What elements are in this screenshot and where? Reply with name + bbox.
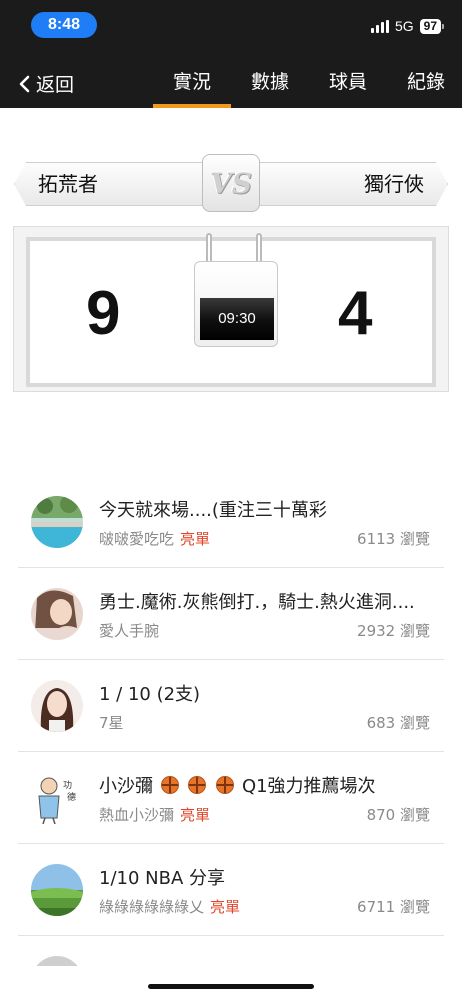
- post-views: 6711 瀏覽: [357, 898, 430, 916]
- battery-level: 97: [419, 18, 441, 34]
- list-item-partial[interactable]: [18, 936, 444, 966]
- post-views: 2932 瀏覽: [357, 622, 430, 640]
- list-item[interactable]: 1/10 NBA 分享 綠綠綠綠綠綠乂 亮單 6711 瀏覽: [18, 844, 444, 936]
- tab-live[interactable]: 實況: [153, 56, 231, 108]
- post-title: 小沙彌 Q1強力推薦場次: [99, 772, 439, 798]
- scoreboard-panel: 9 09:30 4: [26, 233, 436, 387]
- tab-bar: 實況 數據 球員 紀錄: [153, 56, 462, 108]
- avatar: 功德: [31, 772, 83, 824]
- top-nav: 返回 實況 數據 球員 紀錄: [0, 56, 462, 108]
- status-time: 8:48: [31, 12, 97, 38]
- list-item[interactable]: 功德 小沙彌 Q1強力推薦場次 熱血小沙彌 亮單 870 瀏覽: [18, 752, 444, 844]
- post-author: 熱血小沙彌: [99, 806, 175, 824]
- avatar: [31, 864, 83, 916]
- post-meta: 綠綠綠綠綠綠乂 亮單: [99, 896, 240, 917]
- post-views: 6113 瀏覽: [357, 530, 430, 548]
- tab-records[interactable]: 紀錄: [387, 56, 462, 108]
- post-views: 683 瀏覽: [366, 714, 430, 732]
- post-tag: 亮單: [210, 898, 241, 916]
- post-tag: 亮單: [180, 806, 211, 824]
- post-title: 1/10 NBA 分享: [99, 868, 225, 889]
- post-title: 今天就來場....(重注三十萬彩: [99, 500, 327, 521]
- vs-badge: VS: [202, 154, 260, 212]
- chevron-left-icon: [19, 75, 30, 92]
- basketball-icon: [160, 776, 179, 794]
- post-title: 勇士.魔術.灰熊倒打.，騎士.熱火進洞....: [99, 592, 415, 613]
- matchup: 拓荒者 獨行俠 VS: [14, 154, 448, 214]
- post-list: 今天就來場....(重注三十萬彩 啵啵愛吃吃 亮單 6113 瀏覽 勇士.魔術.…: [0, 476, 462, 966]
- back-button[interactable]: 返回: [18, 70, 74, 97]
- list-item[interactable]: 1 / 10 (2支) 7星 683 瀏覽: [18, 660, 444, 752]
- post-author: 7星: [99, 714, 124, 732]
- basketball-icon: [188, 776, 207, 794]
- post-title-prefix: 小沙彌: [99, 776, 153, 797]
- clock-time: 09:30: [200, 298, 274, 340]
- post-author: 愛人手腕: [99, 622, 160, 640]
- post-meta: 熱血小沙彌 亮單: [99, 804, 210, 825]
- clock-card: 09:30: [194, 261, 278, 347]
- tab-stats[interactable]: 數據: [231, 56, 309, 108]
- status-indicators: 5G 97: [370, 18, 444, 34]
- post-title-suffix: Q1強力推薦場次: [241, 776, 376, 797]
- post-tag: 亮單: [180, 530, 211, 548]
- svg-text:德: 德: [67, 791, 76, 803]
- home-score: 9: [86, 279, 121, 348]
- network-label: 5G: [394, 18, 414, 34]
- post-meta: 啵啵愛吃吃 亮單: [99, 528, 210, 549]
- away-score: 4: [338, 279, 373, 348]
- signal-icon: [370, 19, 389, 33]
- avatar: [31, 588, 83, 640]
- away-team-name: 獨行俠: [364, 172, 424, 196]
- svg-text:功: 功: [63, 780, 72, 791]
- post-meta: 7星: [99, 712, 124, 733]
- list-item[interactable]: 勇士.魔術.灰熊倒打.，騎士.熱火進洞.... 愛人手腕 2932 瀏覽: [18, 568, 444, 660]
- tab-players[interactable]: 球員: [309, 56, 387, 108]
- scoreboard: 9 09:30 4: [13, 226, 449, 392]
- avatar: [31, 956, 83, 966]
- back-label: 返回: [36, 74, 75, 96]
- post-author: 綠綠綠綠綠綠乂: [99, 898, 205, 916]
- post-views: 870 瀏覽: [366, 806, 430, 824]
- home-indicator[interactable]: [148, 984, 314, 989]
- header: 8:48 5G 97 返回 實況 數據 球員 紀錄: [0, 0, 462, 108]
- home-team-name: 拓荒者: [38, 172, 98, 196]
- avatar: [31, 680, 83, 732]
- basketball-icon: [216, 776, 235, 794]
- post-meta: 愛人手腕: [99, 620, 159, 641]
- avatar: [31, 496, 83, 548]
- list-item[interactable]: 今天就來場....(重注三十萬彩 啵啵愛吃吃 亮單 6113 瀏覽: [18, 476, 444, 568]
- game-clock: 09:30: [194, 233, 280, 353]
- battery-icon: 97: [419, 18, 444, 34]
- post-author: 啵啵愛吃吃: [99, 530, 175, 548]
- post-title: 1 / 10 (2支): [99, 684, 201, 705]
- status-bar: 8:48 5G 97: [0, 0, 462, 52]
